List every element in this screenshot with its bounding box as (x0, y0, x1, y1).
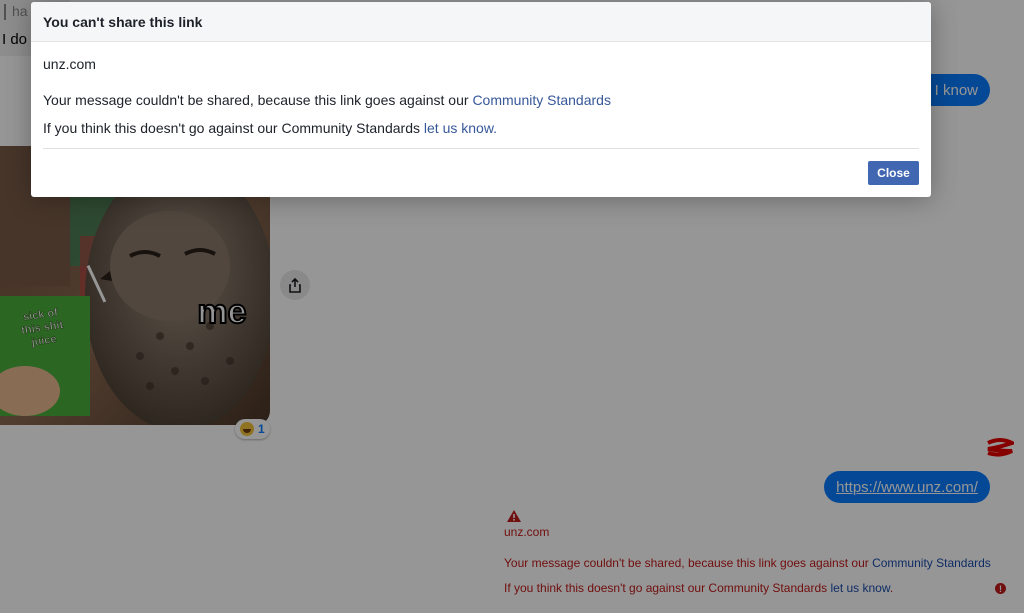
dialog-hint-suffix: . (493, 120, 498, 136)
dialog-message-text: Your message couldn't be shared, because… (43, 92, 469, 108)
dialog-community-standards-link[interactable]: Community Standards (472, 92, 611, 108)
dialog-message: Your message couldn't be shared, because… (43, 92, 611, 108)
dialog-title: You can't share this link (43, 13, 203, 30)
dialog-let-us-know-link[interactable]: let us know (424, 120, 493, 136)
share-blocked-dialog: You can't share this link unz.com Your m… (31, 2, 931, 197)
dialog-hint-text: If you think this doesn't go against our… (43, 120, 420, 136)
dialog-hint: If you think this doesn't go against our… (43, 120, 497, 136)
dialog-divider (43, 148, 919, 149)
dialog-header: You can't share this link (31, 2, 931, 42)
close-button[interactable]: Close (868, 161, 919, 185)
dialog-body: unz.com Your message couldn't be shared,… (31, 42, 931, 196)
dialog-domain: unz.com (43, 56, 96, 72)
